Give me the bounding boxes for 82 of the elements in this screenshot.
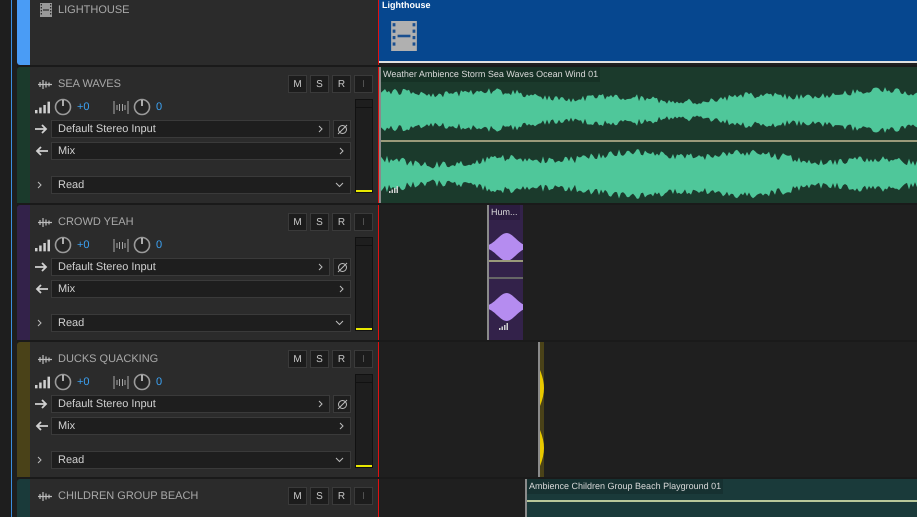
- pan-value: 0: [156, 238, 162, 253]
- clip-title: Weather Ambience Storm Sea Waves Ocean Wind 01: [381, 67, 600, 82]
- volume-value: +0: [77, 100, 91, 115]
- chevron-down-icon: [335, 457, 344, 463]
- track-toggle[interactable]: S: [310, 75, 329, 93]
- signal-bars-icon: [499, 323, 508, 330]
- clip-title: Hum...: [489, 205, 520, 220]
- chevron-right-icon: [318, 125, 323, 133]
- signal-bars-icon: [35, 100, 50, 114]
- right-arrow-icon: [35, 399, 48, 409]
- phase-invert-icon: [336, 124, 348, 134]
- knob[interactable]: [133, 236, 151, 254]
- audio-track-icon: [38, 80, 52, 88]
- pan-value: 0: [156, 374, 162, 390]
- audio-clip[interactable]: [538, 342, 544, 477]
- input-selector[interactable]: Default Stereo Input: [51, 395, 330, 413]
- track-name: CHILDREN GROUP BEACH: [58, 488, 198, 504]
- output-selector[interactable]: Mix: [51, 280, 351, 298]
- track-toggle[interactable]: M: [288, 350, 307, 368]
- chevron-right-icon: [339, 285, 344, 293]
- signal-bars-icon: [389, 186, 398, 193]
- track-name: SEA WAVES: [58, 76, 121, 92]
- signal-bars-icon: [35, 238, 50, 252]
- pan-meter-icon: [113, 376, 129, 388]
- clip-title: Lighthouse: [381, 0, 432, 11]
- film-strip-icon: [391, 21, 417, 51]
- track-toggle[interactable]: R: [332, 213, 351, 231]
- phase-invert-icon: [336, 262, 348, 272]
- chevron-right-icon: [318, 263, 323, 271]
- audio-track-icon: [38, 492, 52, 500]
- track-toggle[interactable]: M: [288, 487, 307, 505]
- output-selector[interactable]: Mix: [51, 417, 351, 435]
- automation-dropdown[interactable]: Read: [51, 451, 351, 469]
- track-toggle[interactable]: R: [332, 75, 351, 93]
- track-toggle[interactable]: R: [332, 487, 351, 505]
- volume-value: +0: [77, 238, 91, 253]
- track-toggle[interactable]: S: [310, 350, 329, 368]
- chevron-right-icon: [339, 147, 344, 155]
- output-selector[interactable]: Mix: [51, 142, 351, 160]
- track-toggle[interactable]: R: [332, 350, 351, 368]
- chevron-down-icon: [335, 320, 344, 326]
- knob[interactable]: [133, 373, 151, 391]
- film-strip-icon: [40, 3, 52, 17]
- left-arrow-icon: [35, 146, 48, 156]
- pan-meter-icon: [113, 100, 129, 114]
- automation-dropdown[interactable]: Read: [51, 314, 351, 332]
- volume-value: +0: [77, 374, 91, 390]
- input-selector[interactable]: Default Stereo Input: [51, 258, 330, 276]
- clip-title: Ambience Children Group Beach Playground 01: [527, 479, 724, 494]
- knob[interactable]: [54, 98, 72, 116]
- audio-clip[interactable]: Hum...: [487, 205, 523, 340]
- right-arrow-icon: [35, 124, 48, 134]
- left-arrow-icon: [35, 421, 48, 431]
- audio-track-icon: [38, 354, 52, 364]
- input-selector[interactable]: Default Stereo Input: [51, 120, 330, 138]
- knob[interactable]: [133, 98, 151, 116]
- chevron-right-icon: [339, 422, 344, 430]
- track-toggle[interactable]: M: [288, 213, 307, 231]
- pan-value: 0: [156, 100, 162, 115]
- knob[interactable]: [54, 236, 72, 254]
- pan-meter-icon: [113, 238, 129, 252]
- chevron-right-icon: [318, 400, 323, 408]
- audio-clip[interactable]: Ambience Children Group Beach Playground 01: [525, 479, 917, 517]
- track-name: CROWD YEAH: [58, 214, 134, 230]
- audio-clip[interactable]: Weather Ambience Storm Sea Waves Ocean Wind 01: [379, 67, 917, 203]
- track-name: LIGHTHOUSE: [58, 3, 130, 17]
- track-toggle[interactable]: S: [310, 487, 329, 505]
- chevron-down-icon: [335, 182, 344, 188]
- knob[interactable]: [54, 373, 72, 391]
- signal-bars-icon: [35, 376, 50, 388]
- audio-track-icon: [38, 218, 52, 226]
- left-arrow-icon: [35, 284, 48, 294]
- phase-invert-button[interactable]: [333, 395, 351, 413]
- track-name: DUCKS QUACKING: [58, 352, 158, 367]
- automation-dropdown[interactable]: Read: [51, 176, 351, 194]
- phase-invert-icon: [336, 398, 348, 410]
- right-arrow-icon: [35, 262, 48, 272]
- track-toggle[interactable]: S: [310, 213, 329, 231]
- video-clip[interactable]: Lighthouse: [379, 0, 917, 63]
- phase-invert-button[interactable]: [333, 120, 351, 138]
- phase-invert-button[interactable]: [333, 258, 351, 276]
- track-toggle[interactable]: M: [288, 75, 307, 93]
